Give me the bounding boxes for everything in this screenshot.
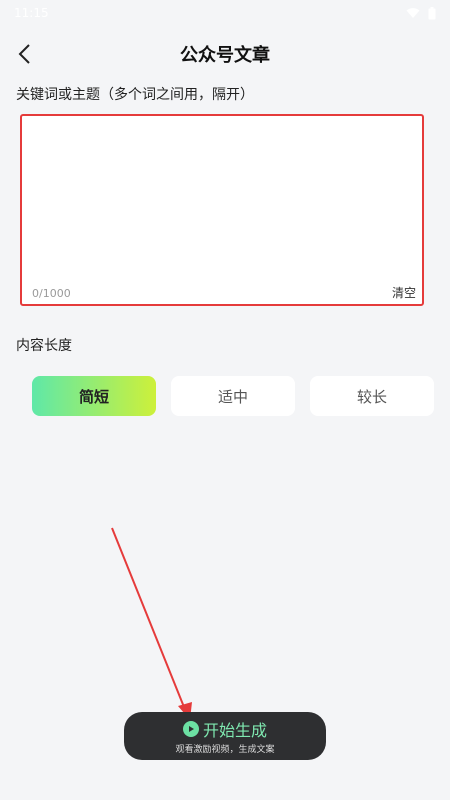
generate-main: 开始生成 xyxy=(182,717,267,741)
char-counter: 0/1000 xyxy=(32,287,71,300)
header: 公众号文章 xyxy=(0,28,450,80)
status-icons xyxy=(406,6,436,20)
back-button[interactable] xyxy=(8,38,40,70)
status-bar: 11:15 xyxy=(0,0,450,26)
keywords-box: 0/1000 清空 xyxy=(20,114,424,306)
generate-sublabel: 观看激励视频，生成文案 xyxy=(175,745,275,755)
wifi-icon xyxy=(406,8,420,18)
page-title: 公众号文章 xyxy=(180,45,270,66)
battery-icon xyxy=(428,6,436,19)
keywords-input[interactable] xyxy=(30,124,414,276)
generate-button[interactable]: 开始生成 观看激励视频，生成文案 xyxy=(124,712,326,760)
length-option-short[interactable]: 简短 xyxy=(32,376,156,416)
length-options: 简短 适中 较长 xyxy=(32,376,434,416)
play-icon xyxy=(182,721,199,737)
keywords-label: 关键词或主题（多个词之间用，隔开） xyxy=(16,87,254,103)
clear-button[interactable]: 清空 xyxy=(392,284,416,301)
back-arrow-icon xyxy=(18,44,30,64)
length-label: 内容长度 xyxy=(16,338,72,354)
length-option-medium[interactable]: 适中 xyxy=(171,376,295,416)
status-time: 11:15 xyxy=(14,6,49,20)
length-option-long[interactable]: 较长 xyxy=(310,376,434,416)
generate-label: 开始生成 xyxy=(202,721,267,740)
